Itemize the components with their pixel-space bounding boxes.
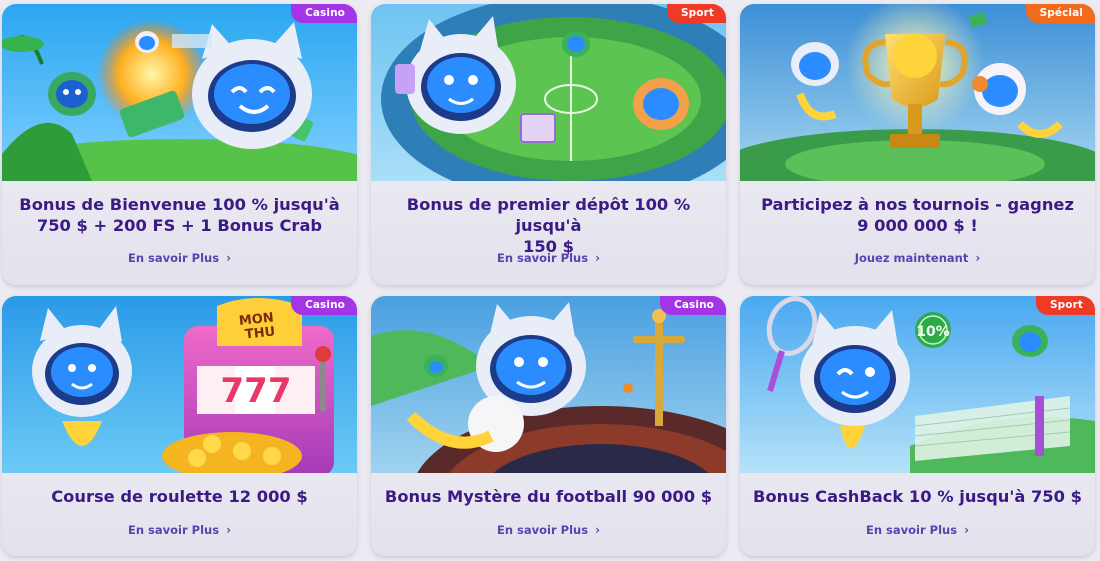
promo-card-roulette-race[interactable]: MON THU 777 Casino Course de roulette 12… bbox=[2, 296, 357, 556]
promo-banner-image: MON THU 777 bbox=[2, 296, 357, 473]
promo-title: Bonus CashBack 10 % jusqu'à 750 $ bbox=[750, 486, 1085, 507]
slot-machine-icon: MON THU 777 bbox=[2, 296, 357, 473]
promo-title-line: Bonus de premier dépôt 100 % jusqu'à bbox=[406, 195, 691, 235]
tennis-racket-icon: 10% bbox=[740, 296, 1095, 473]
promo-card-cashback[interactable]: 10% Sport Bonus CashBack 10 % jusqu'à 75… bbox=[740, 296, 1095, 556]
percent-ball-text: 10% bbox=[916, 324, 950, 340]
promo-title-line: 750 $ + 200 FS + 1 Bonus Crab bbox=[36, 216, 323, 235]
learn-more-link[interactable]: En savoir Plus › bbox=[2, 251, 357, 265]
promo-title-line: 9 000 000 $ ! bbox=[857, 216, 978, 235]
category-badge: Casino bbox=[291, 296, 357, 315]
promo-banner-image bbox=[740, 4, 1095, 181]
category-badge: Sport bbox=[1036, 296, 1095, 315]
promo-title-line: Participez à nos tournois - gagnez bbox=[761, 195, 1074, 214]
astronaut-cat-with-money-icon bbox=[2, 4, 357, 181]
promo-title: Participez à nos tournois - gagnez 9 000… bbox=[750, 194, 1085, 236]
category-badge: Casino bbox=[660, 296, 726, 315]
promo-title-line: Bonus CashBack 10 % jusqu'à 750 $ bbox=[753, 487, 1082, 506]
promo-title: Bonus Mystère du football 90 000 $ bbox=[381, 486, 716, 507]
category-badge: Spécial bbox=[1025, 4, 1095, 23]
promo-banner-image bbox=[2, 4, 357, 181]
learn-more-link[interactable]: En savoir Plus › bbox=[2, 523, 357, 537]
learn-more-link[interactable]: En savoir Plus › bbox=[371, 523, 726, 537]
promo-title-line: Course de roulette 12 000 $ bbox=[51, 487, 308, 506]
promo-card-first-deposit[interactable]: Sport Bonus de premier dépôt 100 % jusqu… bbox=[371, 4, 726, 285]
slot-sign-text: MON THU bbox=[238, 310, 280, 343]
cta-label: En savoir Plus bbox=[127, 251, 220, 265]
chevron-right-icon: › bbox=[975, 251, 981, 265]
category-badge: Casino bbox=[291, 4, 357, 23]
trophy-icon bbox=[740, 4, 1095, 181]
chevron-right-icon: › bbox=[595, 523, 601, 537]
play-now-link[interactable]: Jouez maintenant › bbox=[740, 251, 1095, 265]
promo-title-line: Bonus de Bienvenue 100 % jusqu'à bbox=[19, 195, 340, 214]
roulette-wheel-icon bbox=[371, 296, 726, 473]
promo-card-football-mystery[interactable]: Casino Bonus Mystère du football 90 000 … bbox=[371, 296, 726, 556]
slot-reels-text: 777 bbox=[221, 371, 292, 411]
promo-title-line: Bonus Mystère du football 90 000 $ bbox=[384, 487, 713, 506]
cta-label: En savoir Plus bbox=[496, 251, 589, 265]
promo-title: Bonus de Bienvenue 100 % jusqu'à 750 $ +… bbox=[12, 194, 347, 236]
learn-more-link[interactable]: En savoir Plus › bbox=[740, 523, 1095, 537]
cta-label: En savoir Plus bbox=[127, 523, 220, 537]
astronaut-cat-stadium-icon bbox=[371, 4, 726, 181]
promo-banner-image bbox=[371, 4, 726, 181]
promotions-grid: Casino Bonus de Bienvenue 100 % jusqu'à … bbox=[0, 0, 1100, 561]
cta-label: En savoir Plus bbox=[496, 523, 589, 537]
promo-banner-image: 10% bbox=[740, 296, 1095, 473]
cta-label: En savoir Plus bbox=[865, 523, 958, 537]
chevron-right-icon: › bbox=[226, 523, 232, 537]
category-badge: Sport bbox=[667, 4, 726, 23]
learn-more-link[interactable]: En savoir Plus › bbox=[371, 251, 726, 265]
cta-label: Jouez maintenant bbox=[854, 251, 969, 265]
chevron-right-icon: › bbox=[964, 523, 970, 537]
promo-title: Course de roulette 12 000 $ bbox=[12, 486, 347, 507]
chevron-right-icon: › bbox=[595, 251, 601, 265]
promo-title: Bonus de premier dépôt 100 % jusqu'à 150… bbox=[381, 194, 716, 257]
promo-banner-image bbox=[371, 296, 726, 473]
promo-card-welcome-bonus[interactable]: Casino Bonus de Bienvenue 100 % jusqu'à … bbox=[2, 4, 357, 285]
promo-card-tournaments[interactable]: Spécial Participez à nos tournois - gagn… bbox=[740, 4, 1095, 285]
chevron-right-icon: › bbox=[226, 251, 232, 265]
